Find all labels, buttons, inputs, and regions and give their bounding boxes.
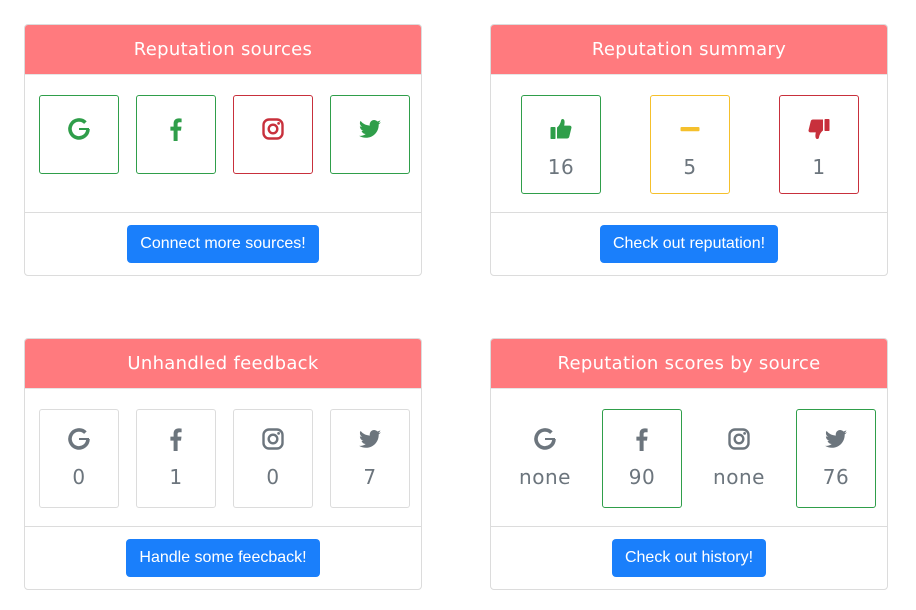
feedback-facebook-count: 1 bbox=[169, 465, 183, 489]
feedback-google[interactable]: 0 bbox=[39, 409, 119, 508]
source-google[interactable] bbox=[39, 95, 119, 174]
google-icon bbox=[533, 427, 557, 451]
feedback-list: 0 1 0 7 bbox=[25, 389, 421, 529]
negative-count-tile[interactable]: 1 bbox=[779, 95, 859, 194]
card-title: Reputation summary bbox=[491, 25, 887, 75]
check-reputation-button[interactable]: Check out reputation! bbox=[599, 225, 779, 263]
google-icon bbox=[67, 117, 91, 141]
reputation-summary-card: Reputation summary 16 5 1 Check out repu… bbox=[490, 24, 888, 276]
instagram-icon bbox=[261, 117, 285, 141]
sources-list bbox=[25, 75, 421, 215]
scores-list: none 90 none 76 bbox=[491, 389, 887, 529]
score-google-value: none bbox=[519, 465, 571, 489]
summary-list: 16 5 1 bbox=[491, 75, 887, 215]
feedback-twitter[interactable]: 7 bbox=[330, 409, 410, 508]
reputation-sources-card: Reputation sources Connect more sources! bbox=[24, 24, 422, 276]
score-instagram-value: none bbox=[713, 465, 765, 489]
unhandled-feedback-card: Unhandled feedback 0 1 0 7 Handle some f… bbox=[24, 338, 422, 590]
score-facebook[interactable]: 90 bbox=[602, 409, 682, 508]
facebook-icon bbox=[630, 427, 654, 451]
feedback-instagram[interactable]: 0 bbox=[233, 409, 313, 508]
minus-icon bbox=[678, 117, 702, 141]
twitter-icon bbox=[358, 117, 382, 141]
positive-count: 16 bbox=[547, 155, 575, 179]
card-title: Unhandled feedback bbox=[25, 339, 421, 389]
score-twitter-value: 76 bbox=[822, 465, 850, 489]
score-google[interactable]: none bbox=[505, 409, 585, 508]
score-twitter[interactable]: 76 bbox=[796, 409, 876, 508]
handle-feedback-button[interactable]: Handle some feecback! bbox=[126, 539, 320, 577]
connect-sources-button[interactable]: Connect more sources! bbox=[127, 225, 319, 263]
facebook-icon bbox=[164, 427, 188, 451]
source-instagram[interactable] bbox=[233, 95, 313, 174]
thumbs-up-icon bbox=[549, 117, 573, 141]
thumbs-down-icon bbox=[807, 117, 831, 141]
card-footer: Check out history! bbox=[491, 526, 887, 589]
check-history-button[interactable]: Check out history! bbox=[611, 539, 767, 577]
feedback-facebook[interactable]: 1 bbox=[136, 409, 216, 508]
negative-count: 1 bbox=[812, 155, 826, 179]
instagram-icon bbox=[261, 427, 285, 451]
google-icon bbox=[67, 427, 91, 451]
feedback-google-count: 0 bbox=[72, 465, 86, 489]
feedback-twitter-count: 7 bbox=[363, 465, 377, 489]
twitter-icon bbox=[824, 427, 848, 451]
card-footer: Check out reputation! bbox=[491, 212, 887, 275]
card-footer: Connect more sources! bbox=[25, 212, 421, 275]
neutral-count: 5 bbox=[683, 155, 697, 179]
reputation-scores-card: Reputation scores by source none 90 none… bbox=[490, 338, 888, 590]
card-title: Reputation sources bbox=[25, 25, 421, 75]
instagram-icon bbox=[727, 427, 751, 451]
score-facebook-value: 90 bbox=[628, 465, 656, 489]
score-instagram[interactable]: none bbox=[699, 409, 779, 508]
source-twitter[interactable] bbox=[330, 95, 410, 174]
feedback-instagram-count: 0 bbox=[266, 465, 280, 489]
facebook-icon bbox=[164, 117, 188, 141]
neutral-count-tile[interactable]: 5 bbox=[650, 95, 730, 194]
card-title: Reputation scores by source bbox=[491, 339, 887, 389]
twitter-icon bbox=[358, 427, 382, 451]
card-footer: Handle some feecback! bbox=[25, 526, 421, 589]
positive-count-tile[interactable]: 16 bbox=[521, 95, 601, 194]
source-facebook[interactable] bbox=[136, 95, 216, 174]
